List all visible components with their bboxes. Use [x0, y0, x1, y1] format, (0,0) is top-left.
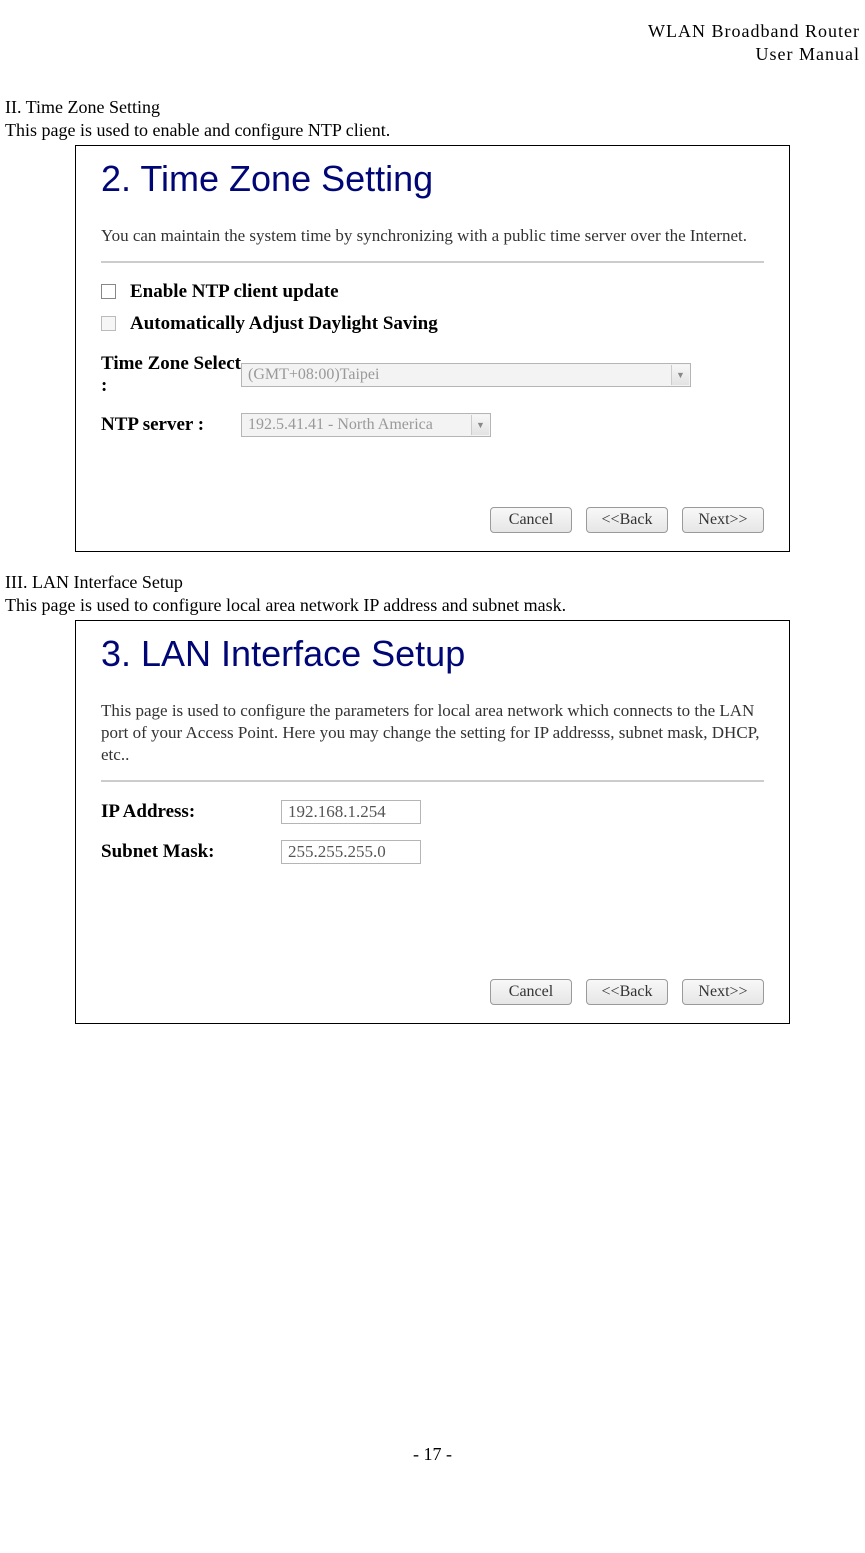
auto-dst-label: Automatically Adjust Daylight Saving [130, 313, 438, 335]
next-button[interactable]: Next>> [682, 979, 764, 1005]
panel-desc-time-zone: You can maintain the system time by sync… [101, 225, 764, 247]
time-zone-select[interactable]: (GMT+08:00)Taipei ▼ [241, 363, 691, 387]
cancel-button[interactable]: Cancel [490, 507, 572, 533]
time-zone-select-value: (GMT+08:00)Taipei [248, 366, 379, 384]
lan-interface-panel: 3. LAN Interface Setup This page is used… [75, 620, 790, 1024]
doc-title-line1: WLAN Broadband Router [5, 20, 860, 43]
ntp-server-value: 192.5.41.41 - North America [248, 416, 433, 434]
page-number: - 17 - [5, 1444, 860, 1465]
panel-title-time-zone: 2. Time Zone Setting [101, 158, 764, 200]
chevron-down-icon: ▼ [671, 365, 689, 385]
ntp-server-select[interactable]: 192.5.41.41 - North America ▼ [241, 413, 491, 437]
section-3-desc: This page is used to configure local are… [5, 595, 860, 616]
cancel-button[interactable]: Cancel [490, 979, 572, 1005]
time-zone-select-label: Time Zone Select : [101, 353, 241, 397]
subnet-mask-label: Subnet Mask: [101, 841, 281, 863]
subnet-mask-value: 255.255.255.0 [288, 842, 386, 862]
auto-dst-checkbox[interactable] [101, 316, 116, 331]
ip-address-input[interactable]: 192.168.1.254 [281, 800, 421, 824]
ip-address-label: IP Address: [101, 801, 281, 823]
divider [101, 261, 764, 263]
panel-desc-lan: This page is used to configure the param… [101, 700, 764, 766]
time-zone-panel: 2. Time Zone Setting You can maintain th… [75, 145, 790, 552]
subnet-mask-input[interactable]: 255.255.255.0 [281, 840, 421, 864]
back-button[interactable]: <<Back [586, 507, 668, 533]
section-3-heading: III. LAN Interface Setup [5, 572, 860, 593]
enable-ntp-label: Enable NTP client update [130, 281, 339, 303]
chevron-down-icon: ▼ [471, 415, 489, 435]
divider [101, 780, 764, 782]
doc-title-line2: User Manual [5, 43, 860, 66]
ntp-server-label: NTP server : [101, 414, 241, 436]
next-button[interactable]: Next>> [682, 507, 764, 533]
back-button[interactable]: <<Back [586, 979, 668, 1005]
section-2-desc: This page is used to enable and configur… [5, 120, 860, 141]
section-2-heading: II. Time Zone Setting [5, 97, 860, 118]
document-header: WLAN Broadband Router User Manual [5, 20, 860, 67]
enable-ntp-checkbox[interactable] [101, 284, 116, 299]
ip-address-value: 192.168.1.254 [288, 802, 386, 822]
panel-title-lan: 3. LAN Interface Setup [101, 633, 764, 675]
